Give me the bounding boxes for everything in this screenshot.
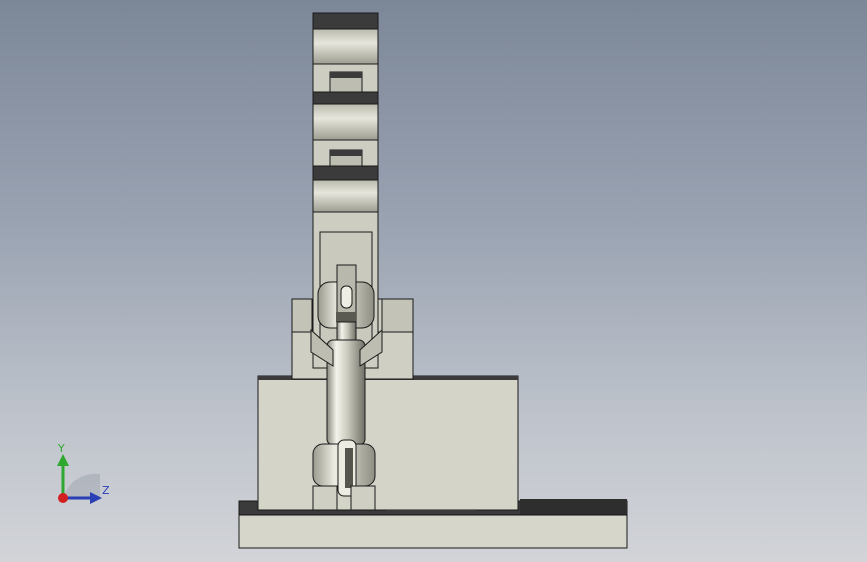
axis-label-z: Z <box>102 484 110 497</box>
cad-viewport[interactable]: Y Z <box>0 0 867 562</box>
body-block[interactable] <box>257 375 519 511</box>
model-render[interactable] <box>0 0 867 562</box>
orientation-triad[interactable]: Y Z <box>40 440 120 510</box>
axis-label-y: Y <box>58 442 65 455</box>
triad-axes-icon <box>57 454 102 504</box>
